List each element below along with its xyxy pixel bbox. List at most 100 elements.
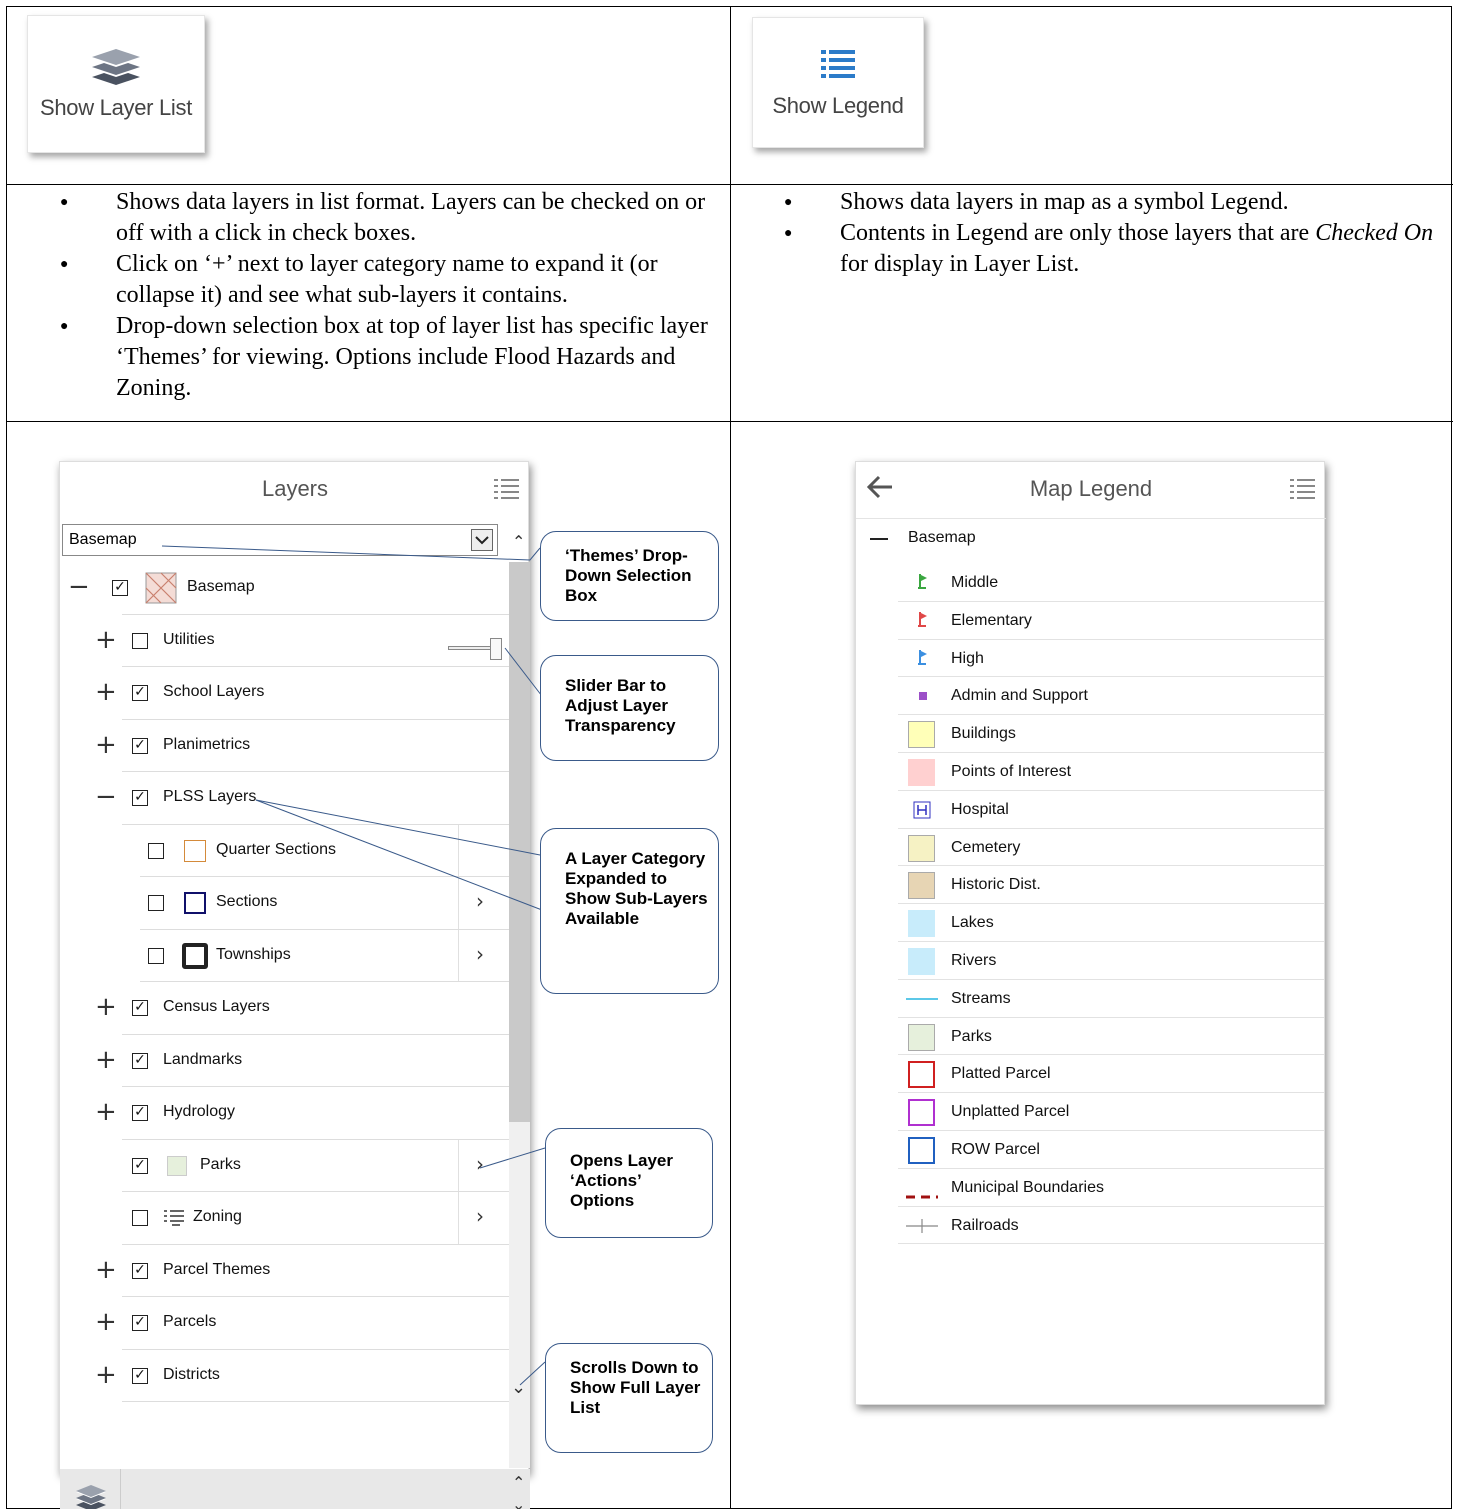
layer-label: Hydrology xyxy=(163,1103,236,1120)
layer-row[interactable]: Quarter Sections xyxy=(60,824,509,877)
layers-icon[interactable] xyxy=(74,1483,108,1509)
layer-row[interactable]: Zoning › xyxy=(60,1192,509,1245)
expand-icon[interactable]: + xyxy=(95,1047,117,1073)
layer-row[interactable]: + ✓ Planimetrics xyxy=(60,720,509,772)
expand-icon[interactable]: + xyxy=(95,1099,117,1125)
layer-row[interactable]: Townships › xyxy=(60,929,509,982)
legend-item-label: Middle xyxy=(951,574,999,591)
show-legend-button[interactable]: Show Legend xyxy=(752,17,924,148)
layer-checkbox[interactable]: ✓ xyxy=(132,1367,148,1384)
collapse-icon[interactable]: − xyxy=(95,784,117,810)
layer-checkbox[interactable]: ✓ xyxy=(132,1105,148,1121)
layer-row[interactable]: + ✓ Parcel Themes xyxy=(60,1245,509,1297)
theme-select[interactable]: Basemap xyxy=(62,524,498,556)
layer-checkbox[interactable] xyxy=(132,632,148,649)
action-divider xyxy=(458,877,459,929)
layer-row[interactable]: + Utilities xyxy=(60,615,509,667)
callout-expanded: A Layer Category Expanded to Show Sub-La… xyxy=(540,828,719,994)
layer-checkbox[interactable]: ✓ xyxy=(132,1262,148,1279)
callout-scroll: Scrolls Down to Show Full Layer List xyxy=(545,1343,713,1453)
platted-parcel-symbol-icon xyxy=(908,1061,935,1089)
layer-checkbox[interactable] xyxy=(132,1210,148,1226)
layer-checkbox[interactable] xyxy=(148,947,164,964)
legend-description: Shows data layers in map as a symbol Leg… xyxy=(784,187,1444,280)
transparency-slider-track[interactable] xyxy=(448,646,496,650)
expand-icon[interactable]: + xyxy=(95,994,117,1020)
layer-checkbox[interactable]: ✓ xyxy=(132,1000,148,1016)
expand-icon[interactable]: + xyxy=(95,732,117,758)
legend-item-label: Municipal Boundaries xyxy=(951,1178,1104,1196)
action-divider xyxy=(458,1192,459,1244)
layer-label: Parcel Themes xyxy=(163,1260,271,1278)
layer-checkbox[interactable]: ✓ xyxy=(112,580,128,596)
callout-themes: ‘Themes’ Drop-Down Selection Box xyxy=(540,531,719,621)
expand-icon[interactable]: + xyxy=(95,627,117,653)
action-divider xyxy=(458,1139,459,1192)
scroll-down-icon[interactable]: ⌄ xyxy=(511,1377,526,1398)
layer-row[interactable]: + ✓ School Layers xyxy=(60,667,509,720)
legend-item-label: Parks xyxy=(951,1027,992,1045)
layers-panel-title: Layers xyxy=(261,476,329,501)
middle-symbol-icon xyxy=(918,574,928,595)
layer-row[interactable]: ✓ Parks › xyxy=(60,1139,509,1192)
layer-label: School Layers xyxy=(163,683,265,700)
layer-actions-chevron-icon[interactable]: › xyxy=(476,889,484,913)
layer-actions-chevron-icon[interactable]: › xyxy=(476,942,484,966)
layer-label: Utilities xyxy=(163,630,215,648)
footer-scroll-down-icon[interactable]: ⌄ xyxy=(512,1495,525,1509)
legend-group-label: Basemap xyxy=(908,529,976,546)
layer-checkbox[interactable]: ✓ xyxy=(132,1157,148,1174)
legend-item-label: Platted Parcel xyxy=(951,1065,1051,1083)
streams-symbol-icon xyxy=(906,997,938,1000)
theme-select-value: Basemap xyxy=(69,531,137,548)
callout-actions: Opens Layer ‘Actions’ Options xyxy=(545,1128,713,1238)
expand-icon[interactable]: + xyxy=(95,1257,117,1283)
layer-actions-chevron-icon[interactable]: › xyxy=(476,1152,484,1176)
layer-row[interactable]: + ✓ Landmarks xyxy=(60,1035,509,1087)
townships-swatch-icon xyxy=(182,942,208,969)
legend-item-label: Admin and Support xyxy=(951,687,1088,705)
panel-menu-icon[interactable] xyxy=(1290,477,1316,499)
scroll-up-icon[interactable]: ⌃ xyxy=(512,532,525,551)
railroads-symbol-icon xyxy=(906,1218,938,1239)
layer-row[interactable]: + ✓ Parcels xyxy=(60,1297,509,1350)
bullet-text: for display in Layer List. xyxy=(840,251,1080,277)
bullet-item: Shows data layers in list format. Layers… xyxy=(60,187,720,249)
layer-row[interactable]: − ✓ Basemap xyxy=(60,562,509,615)
layer-checkbox[interactable] xyxy=(148,895,164,911)
scrollbar-thumb[interactable] xyxy=(509,562,530,1122)
layer-checkbox[interactable] xyxy=(148,842,164,859)
show-layer-list-button[interactable]: Show Layer List xyxy=(27,15,205,153)
expand-icon[interactable]: + xyxy=(95,1362,117,1388)
bullet-item: Drop-down selection box at top of layer … xyxy=(60,311,720,404)
collapse-icon[interactable]: − xyxy=(68,574,90,600)
layer-checkbox[interactable]: ✓ xyxy=(132,1052,148,1069)
layer-checkbox[interactable]: ✓ xyxy=(132,790,148,806)
sections-swatch-icon xyxy=(184,892,206,914)
bullet-emphasis: Checked On xyxy=(1315,220,1434,246)
layer-label: Parks xyxy=(200,1155,241,1173)
layer-row[interactable]: Sections › xyxy=(60,877,509,930)
transparency-slider-handle[interactable] xyxy=(490,638,502,660)
layer-actions-chevron-icon[interactable]: › xyxy=(476,1204,484,1228)
layer-checkbox[interactable]: ✓ xyxy=(132,737,148,754)
collapse-icon[interactable] xyxy=(870,538,888,540)
layer-checkbox[interactable]: ✓ xyxy=(132,1315,148,1331)
layer-row[interactable]: + ✓ Census Layers xyxy=(60,982,509,1035)
layer-row[interactable]: + ✓ Hydrology xyxy=(60,1087,509,1140)
expand-icon[interactable]: + xyxy=(95,679,117,705)
expand-icon[interactable]: + xyxy=(95,1309,117,1335)
panel-menu-icon[interactable] xyxy=(494,477,520,499)
layer-row[interactable]: − ✓ PLSS Layers xyxy=(60,772,509,825)
layer-row[interactable]: + ✓ Districts xyxy=(60,1350,509,1402)
layer-checkbox[interactable]: ✓ xyxy=(132,685,148,701)
layer-label: Census Layers xyxy=(163,998,270,1015)
select-arrow-icon[interactable] xyxy=(471,529,493,551)
legend-item: Cemetery xyxy=(856,829,1326,867)
bullet-item: Click on ‘+’ next to layer category name… xyxy=(60,249,720,311)
legend-item-label: Lakes xyxy=(951,914,994,932)
parks-swatch-icon xyxy=(167,1155,187,1176)
legend-item-label: Rivers xyxy=(951,952,997,969)
municipal-boundaries-symbol-icon xyxy=(906,1186,938,1204)
footer-scroll-up-icon[interactable]: ⌃ xyxy=(512,1473,525,1492)
